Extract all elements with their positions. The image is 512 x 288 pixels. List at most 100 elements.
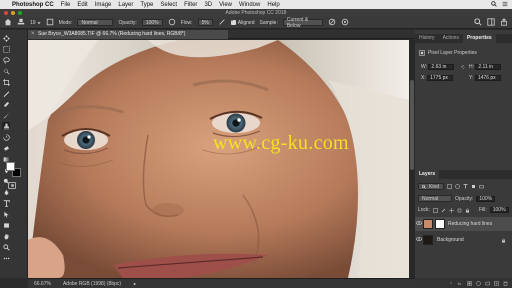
menu-window[interactable]: Window <box>239 2 260 8</box>
blend-mode-select[interactable]: Normal <box>418 195 452 202</box>
history-brush-tool-icon[interactable] <box>2 133 10 141</box>
filter-smart-object-icon[interactable] <box>479 184 484 189</box>
aligned-checkbox-box[interactable] <box>230 18 236 25</box>
tab-history[interactable]: History <box>415 34 439 43</box>
crop-tool-icon[interactable] <box>2 78 10 86</box>
layer-opacity-field[interactable]: 100% <box>476 195 496 202</box>
link-icon[interactable] <box>461 64 466 71</box>
x-field[interactable]: 1775 px <box>427 75 454 81</box>
more-tools-icon[interactable] <box>2 254 10 262</box>
filter-type-icon[interactable] <box>463 184 468 189</box>
lock-row: Lock: Fill: 100% <box>418 207 509 213</box>
menu-file[interactable]: File <box>61 2 71 8</box>
aligned-checkbox[interactable]: Aligned <box>230 18 254 26</box>
search-icon[interactable] <box>491 1 497 7</box>
adjustment-layer-icon[interactable] <box>476 280 481 286</box>
document-tab[interactable]: × Sue Bryce_W3A8085.TIF @ 66.7% (Reducin… <box>28 30 228 39</box>
menu-image[interactable]: Image <box>95 2 112 8</box>
lasso-tool-icon[interactable] <box>2 56 10 64</box>
scrollbar-thumb[interactable] <box>410 80 414 170</box>
visibility-eye-icon[interactable] <box>415 221 423 227</box>
filter-adjustment-icon[interactable] <box>455 184 460 189</box>
zoom-level[interactable]: 66.67% <box>34 281 51 287</box>
type-tool-icon[interactable] <box>2 199 10 207</box>
y-field[interactable]: 1476 px <box>474 75 501 81</box>
menu-type[interactable]: Type <box>140 2 153 8</box>
layer-kind-select[interactable]: Kind <box>418 183 444 190</box>
minimize-window-button[interactable] <box>11 11 15 15</box>
eraser-tool-icon[interactable] <box>2 144 10 152</box>
visibility-eye-icon[interactable] <box>415 237 423 243</box>
menu-filter[interactable]: Filter <box>184 2 197 8</box>
search-icon[interactable] <box>474 17 482 28</box>
menu-help[interactable]: Help <box>267 2 279 8</box>
layer-row-background[interactable]: Background <box>415 233 512 247</box>
flow-field[interactable]: 5% <box>197 19 213 26</box>
hand-tool-icon[interactable] <box>2 232 10 240</box>
tab-actions[interactable]: Actions <box>439 34 463 43</box>
lock-artboard-icon[interactable] <box>457 208 462 213</box>
clone-source-icon[interactable] <box>46 18 54 28</box>
path-selection-tool-icon[interactable] <box>2 210 10 218</box>
marquee-tool-icon[interactable] <box>2 45 10 53</box>
menu-view[interactable]: View <box>219 2 232 8</box>
pressure-size-icon[interactable] <box>341 18 349 28</box>
zoom-window-button[interactable] <box>18 11 22 15</box>
quick-select-tool-icon[interactable] <box>2 67 10 75</box>
layer-mask-thumbnail[interactable] <box>435 219 445 229</box>
menu-3d[interactable]: 3D <box>204 2 212 8</box>
layer-row-reducing-hard-lines[interactable]: Reducing hard lines <box>415 217 512 231</box>
new-group-icon[interactable] <box>485 281 490 286</box>
lock-pixels-icon[interactable] <box>441 208 446 213</box>
eyedropper-tool-icon[interactable] <box>2 89 10 97</box>
photo-image <box>28 40 409 278</box>
fx-icon[interactable]: fx <box>458 281 463 286</box>
clone-stamp-tool-icon[interactable] <box>2 122 10 130</box>
filter-pixel-icon[interactable] <box>447 184 452 189</box>
close-window-button[interactable] <box>4 11 8 15</box>
airbrush-icon[interactable] <box>218 18 226 28</box>
zoom-tool-icon[interactable] <box>2 243 10 251</box>
lock-transparent-icon[interactable] <box>433 207 438 213</box>
ignore-adjustment-layers-icon[interactable] <box>328 18 336 28</box>
menu-select[interactable]: Select <box>160 2 177 8</box>
brush-tool-icon[interactable] <box>2 111 10 119</box>
clone-stamp-preset-icon[interactable] <box>17 18 25 28</box>
menu-edit[interactable]: Edit <box>77 2 87 8</box>
width-field[interactable]: 2.63 in <box>428 64 455 70</box>
close-tab-icon[interactable]: × <box>31 30 35 39</box>
menu-list-icon[interactable] <box>502 1 508 7</box>
lock-icon <box>502 238 505 242</box>
menu-layer[interactable]: Layer <box>118 2 133 8</box>
menu-app-name[interactable]: Photoshop CC <box>12 2 54 8</box>
rectangle-tool-icon[interactable] <box>2 221 10 229</box>
document-canvas[interactable]: www.cg-ku.com <box>28 40 409 278</box>
share-icon[interactable] <box>500 17 508 28</box>
tab-layers[interactable]: Layers <box>415 170 440 179</box>
pressure-opacity-icon[interactable] <box>168 18 176 28</box>
layer-name[interactable]: Background <box>437 237 464 243</box>
brush-size-preview[interactable]: 19 <box>30 20 41 26</box>
pen-tool-icon[interactable] <box>2 188 10 196</box>
foreground-color-swatch[interactable] <box>6 162 15 171</box>
delete-layer-icon[interactable] <box>503 281 508 286</box>
workspace-icon[interactable] <box>487 17 495 28</box>
filter-shape-icon[interactable] <box>471 184 476 189</box>
link-layers-icon[interactable] <box>449 281 454 286</box>
height-field[interactable]: 2.11 in <box>475 64 502 70</box>
lock-all-icon[interactable] <box>465 208 470 213</box>
tab-properties[interactable]: Properties <box>462 34 496 43</box>
add-mask-icon[interactable] <box>467 280 472 286</box>
healing-brush-tool-icon[interactable] <box>2 100 10 108</box>
lock-position-icon[interactable] <box>448 207 454 213</box>
home-icon[interactable] <box>4 18 12 28</box>
fill-field[interactable]: 100% <box>489 207 509 213</box>
layer-name[interactable]: Reducing hard lines <box>448 221 492 227</box>
status-arrow-icon[interactable] <box>133 282 137 286</box>
opacity-field[interactable]: 100% <box>141 19 163 26</box>
mode-select[interactable]: Normal <box>77 19 114 26</box>
sample-select[interactable]: Current & Below <box>282 17 323 29</box>
move-tool-icon[interactable] <box>2 34 10 42</box>
new-layer-icon[interactable] <box>494 280 499 286</box>
quick-mask-icon[interactable] <box>8 182 16 189</box>
